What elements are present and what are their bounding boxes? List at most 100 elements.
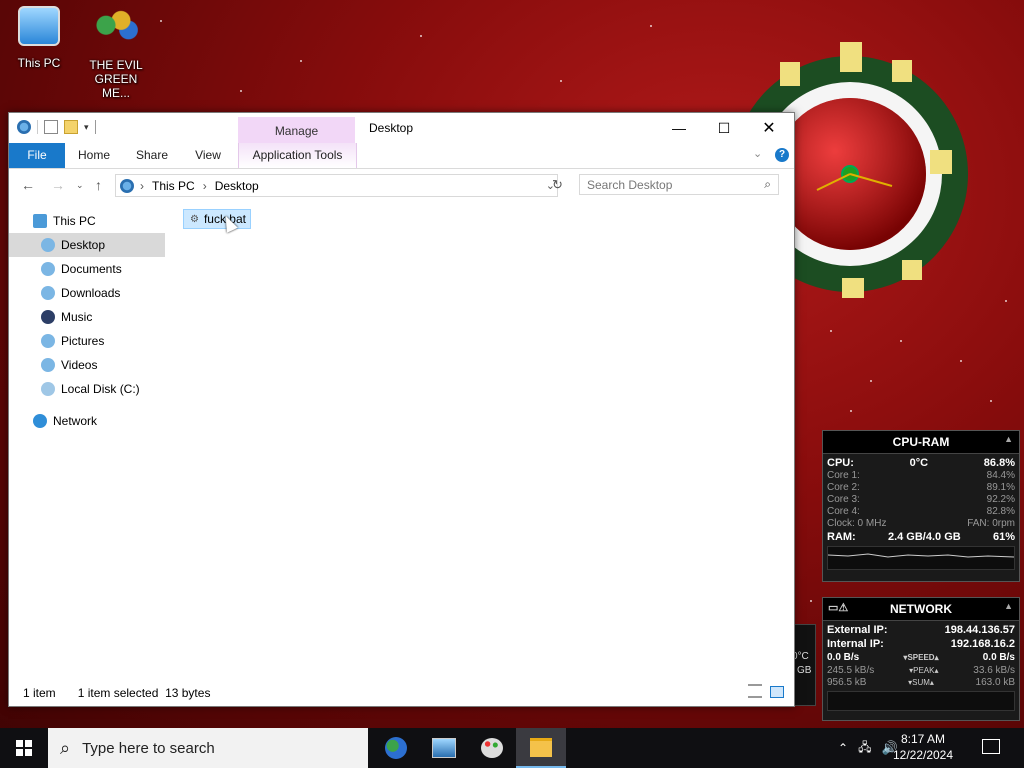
tab-application-tools[interactable]: Application Tools (238, 143, 357, 168)
core-value: 89.1% (986, 482, 1015, 493)
speed-label: ▾SPEED▴ (903, 653, 939, 662)
windows-icon (16, 740, 32, 756)
cpu-ram-gadget[interactable]: CPU-RAM ▲ CPU: 0°C 86.8% Core 1: 84.4% Co… (822, 430, 1020, 582)
nav-network[interactable]: Network (9, 409, 165, 433)
title-bar[interactable]: ▾ Manage Desktop — ☐ ✕ (9, 113, 794, 143)
quick-access-toolbar: ▾ (17, 120, 96, 134)
forward-button[interactable]: → (51, 177, 65, 193)
tab-home[interactable]: Home (71, 143, 117, 168)
file-item[interactable]: ⚙ fuck.bat (183, 209, 251, 229)
core-value: 84.4% (986, 470, 1015, 481)
monitor-icon: ▭⚠ (828, 602, 849, 614)
customize-toolbar-icon[interactable]: ▾ (84, 122, 89, 133)
show-hidden-icons-icon[interactable]: ⌃ (838, 741, 848, 755)
tab-manage[interactable]: Manage (238, 117, 355, 143)
desktop-icon-this-pc[interactable]: This PC (3, 6, 75, 70)
breadcrumb-this-pc[interactable]: This PC (152, 179, 195, 193)
peak-out: 33.6 kB/s (973, 665, 1015, 676)
properties-icon[interactable] (44, 120, 58, 134)
clock-date: 12/22/2024 (892, 748, 954, 762)
sum-label: ▾SUM▴ (908, 678, 934, 687)
clock-fan-row: Clock: 0 MHz FAN: 0rpm (823, 518, 1019, 530)
taskbar-app-computer[interactable] (420, 728, 468, 768)
window-title: Desktop (369, 121, 414, 135)
maximize-button[interactable]: ☐ (701, 113, 747, 143)
internal-ip-label: Internal IP: (827, 638, 884, 650)
new-folder-icon[interactable] (64, 120, 78, 134)
network-gadget[interactable]: ▭⚠ NETWORK ▲ External IP: 198.44.136.57 I… (822, 597, 1020, 721)
taskbar-app-paint[interactable] (468, 728, 516, 768)
peak-label: ▾PEAK▴ (909, 666, 939, 675)
desktop-icon-evil-green[interactable]: THE EVIL GREEN ME... (80, 6, 152, 100)
internal-ip: 192.168.16.2 (950, 638, 1015, 650)
network-title: ▭⚠ NETWORK ▲ (823, 598, 1019, 621)
disk-icon (41, 382, 55, 396)
core-row: Core 3: 92.2% (823, 494, 1019, 506)
partial-gadget-unit: GB (797, 665, 812, 676)
minimize-button[interactable]: — (656, 113, 702, 143)
up-button[interactable]: ↑ (95, 177, 102, 193)
sum-label-text: SUM (912, 678, 930, 687)
start-button[interactable] (0, 728, 48, 768)
notification-icon[interactable] (982, 739, 1000, 754)
status-selection: 1 item selected 13 bytes (78, 686, 211, 700)
nav-videos[interactable]: Videos (9, 353, 165, 377)
collapse-icon[interactable]: ▲ (1004, 434, 1013, 444)
nav-pictures[interactable]: Pictures (9, 329, 165, 353)
close-button[interactable]: ✕ (746, 113, 792, 143)
ribbon-tabs: File Home Share View Application Tools ⌄… (9, 143, 794, 169)
core-value: 92.2% (986, 494, 1015, 505)
network-status-icon[interactable]: 🖧 (858, 738, 871, 759)
music-icon (41, 310, 55, 324)
explorer-window[interactable]: ▾ Manage Desktop — ☐ ✕ File Home Share V… (8, 112, 795, 707)
nav-local-disk[interactable]: Local Disk (C:) (9, 377, 165, 401)
help-icon[interactable]: ? (775, 148, 789, 162)
search-input[interactable]: Search Desktop ⌕ (579, 174, 779, 195)
speed-out: 0.0 B/s (982, 652, 1015, 663)
core-label: Core 1: (827, 470, 860, 481)
sum-in: 956.5 kB (827, 677, 867, 688)
address-bar-row: ← → ⌄ ↑ › This PC › Desktop ⌄ ↻ Search D… (9, 169, 794, 201)
external-ip: 198.44.136.57 (944, 624, 1015, 636)
cpu-percent: 86.8% (983, 457, 1015, 469)
nav-downloads[interactable]: Downloads (9, 281, 165, 305)
taskbar-app-messenger[interactable] (372, 728, 420, 768)
large-icons-view-icon[interactable] (770, 686, 784, 698)
back-button[interactable]: ← (21, 177, 35, 193)
separator (37, 120, 38, 134)
ram-graph (827, 546, 1015, 570)
taskbar-search-input[interactable]: ⌕ Type here to search (48, 728, 368, 768)
status-bar: 1 item 1 item selected 13 bytes (23, 686, 210, 700)
ram-percent: 61% (992, 531, 1015, 543)
speed-row: 0.0 B/s ▾SPEED▴ 0.0 B/s (823, 651, 1019, 665)
network-title-text: NETWORK (890, 602, 952, 616)
ram-value: 2.4 GB/4.0 GB (887, 531, 961, 543)
peak-label-text: PEAK (913, 666, 935, 675)
refresh-button[interactable]: ↻ (552, 177, 563, 193)
details-view-icon[interactable] (748, 684, 762, 698)
navigation-pane: This PC Desktop Documents Downloads Musi… (9, 209, 165, 433)
ram-label: RAM: (827, 531, 856, 543)
tab-view[interactable]: View (185, 143, 231, 168)
core-row: Core 2: 89.1% (823, 482, 1019, 494)
people-icon (91, 6, 141, 54)
nav-music[interactable]: Music (9, 305, 165, 329)
expand-ribbon-icon[interactable]: ⌄ (753, 147, 762, 160)
collapse-icon[interactable]: ▲ (1004, 601, 1013, 611)
taskbar-app-file-explorer[interactable] (516, 728, 566, 768)
breadcrumb-desktop[interactable]: Desktop (215, 179, 259, 193)
downloads-icon (41, 286, 55, 300)
tab-file[interactable]: File (9, 143, 65, 168)
nav-documents[interactable]: Documents (9, 257, 165, 281)
recent-locations-icon[interactable]: ⌄ (76, 180, 84, 191)
videos-icon (41, 358, 55, 372)
nav-this-pc[interactable]: This PC (9, 209, 165, 233)
clock-time: 8:17 AM (900, 732, 946, 746)
search-icon: ⌕ (764, 177, 771, 191)
cpu-ram-title-text: CPU-RAM (892, 435, 950, 449)
speed-in: 0.0 B/s (827, 652, 860, 663)
taskbar-clock[interactable]: 8:17 AM 12/22/2024 (888, 731, 958, 763)
tab-share[interactable]: Share (129, 143, 175, 168)
address-bar[interactable]: › This PC › Desktop ⌄ (115, 174, 558, 197)
nav-desktop[interactable]: Desktop (9, 233, 165, 257)
